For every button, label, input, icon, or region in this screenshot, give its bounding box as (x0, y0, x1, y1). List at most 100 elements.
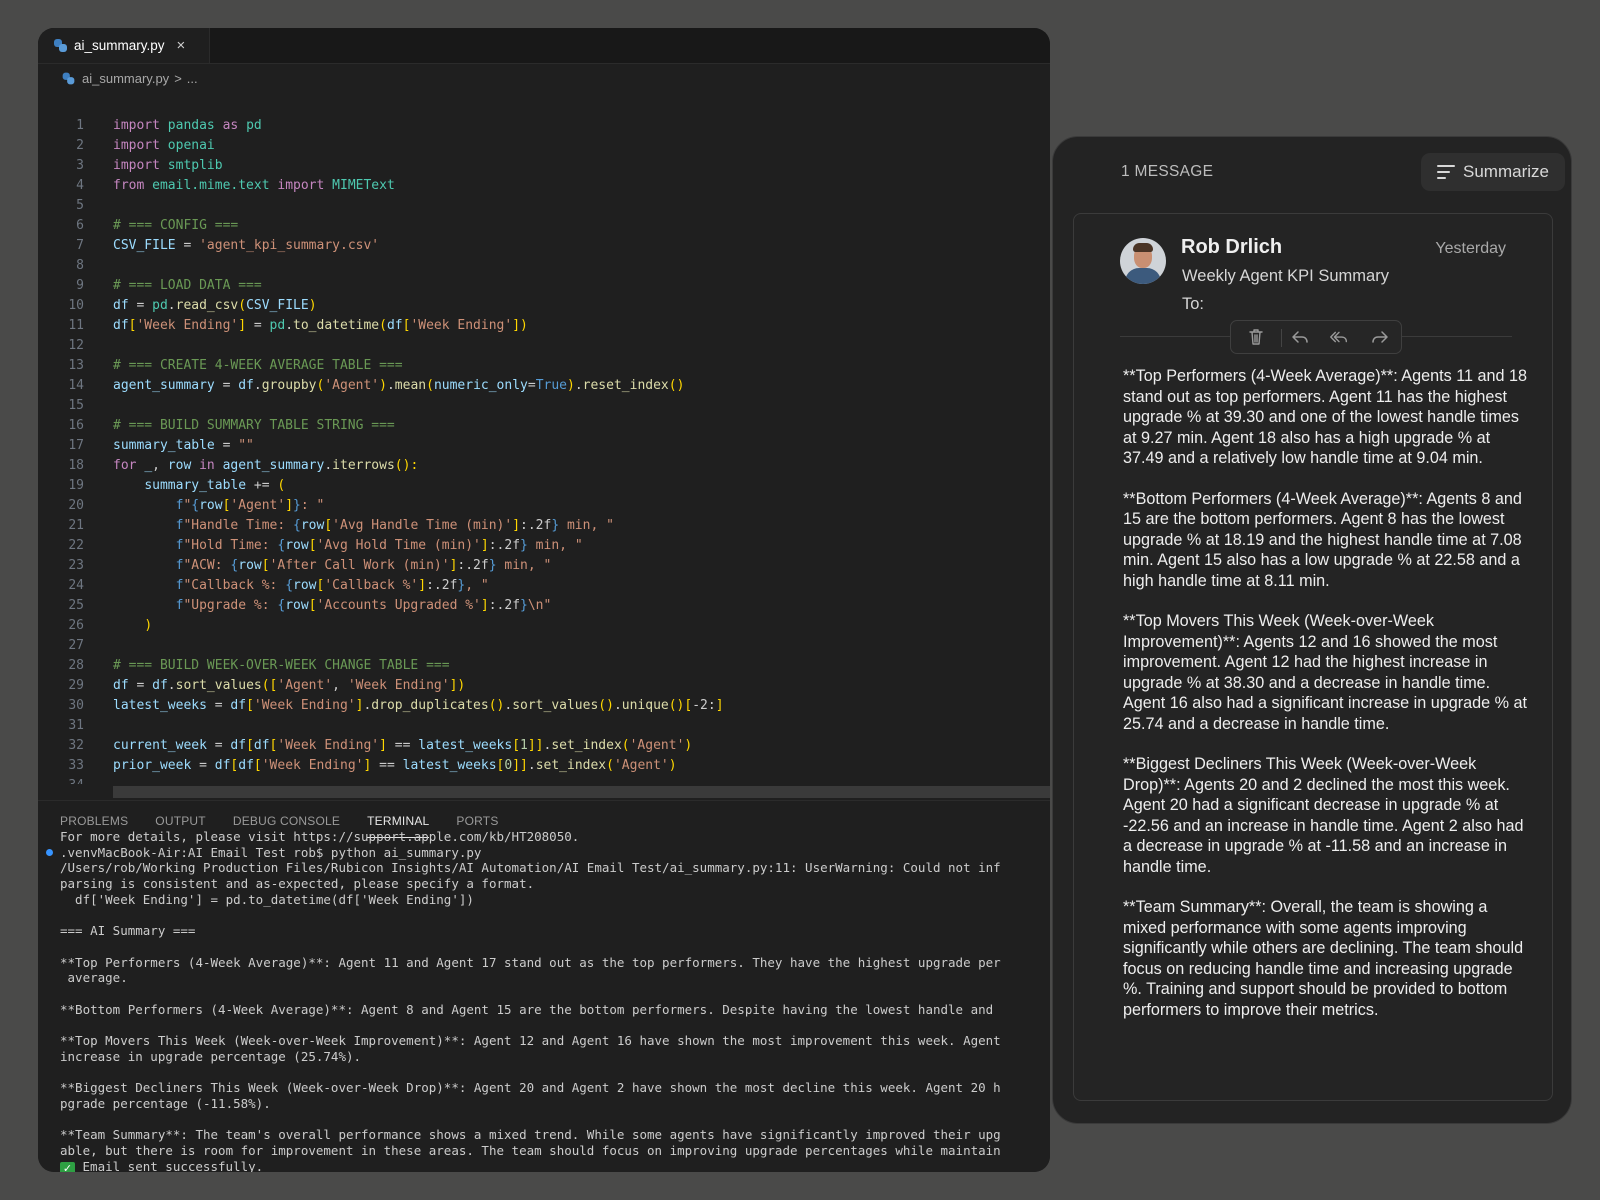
code-line[interactable]: 16 # === BUILD SUMMARY TABLE STRING === (38, 416, 1050, 436)
message-count: 1 MESSAGE (1121, 163, 1214, 180)
terminal-line: **Team Summary**: The team's overall per… (60, 1127, 1001, 1143)
code-line[interactable]: 12 (38, 336, 1050, 356)
code-text: summary_table += ( (144, 478, 286, 493)
breadcrumb-file[interactable]: ai_summary.py (82, 71, 169, 86)
code-line[interactable]: 22 f"Hold Time: {row['Avg Hold Time (min… (38, 536, 1050, 556)
code-line[interactable]: 21 f"Handle Time: {row['Avg Handle Time … (38, 516, 1050, 536)
code-text: latest_weeks = df['Week Ending'].drop_du… (113, 698, 724, 713)
tab-ai-summary-py[interactable]: ai_summary.py × (38, 28, 210, 63)
code-text: summary_table = "" (113, 438, 254, 453)
code-line[interactable]: 8 (38, 256, 1050, 276)
code-line[interactable]: 17 summary_table = "" (38, 436, 1050, 456)
line-number: 27 (68, 638, 84, 653)
reply-icon[interactable] (1289, 327, 1311, 347)
line-number: 25 (68, 598, 84, 613)
code-text: # === BUILD SUMMARY TABLE STRING === (113, 418, 395, 433)
forward-icon[interactable] (1369, 327, 1391, 347)
line-number: 9 (76, 278, 84, 293)
code-line[interactable]: 11 df['Week Ending'] = pd.to_datetime(df[… (38, 316, 1050, 336)
code-line[interactable]: 15 (38, 396, 1050, 416)
message-action-bar (1230, 320, 1402, 354)
summarize-button[interactable]: Summarize (1421, 153, 1565, 191)
line-number: 31 (68, 718, 84, 733)
code-line[interactable]: 32 current_week = df[df['Week Ending'] ==… (38, 736, 1050, 756)
line-number: 6 (76, 218, 84, 233)
code-line[interactable]: 23 f"ACW: {row['After Call Work (min)']:… (38, 556, 1050, 576)
code-line[interactable]: 10 df = pd.read_csv(CSV_FILE) (38, 296, 1050, 316)
breadcrumb[interactable]: ai_summary.py > ... (62, 68, 198, 88)
message-paragraph: **Top Movers This Week (Week-over-Week I… (1123, 612, 1528, 733)
code-text: df = pd.read_csv(CSV_FILE) (113, 298, 317, 313)
code-text: current_week = df[df['Week Ending'] == l… (113, 738, 693, 753)
code-line[interactable]: 26 ) (38, 616, 1050, 636)
code-text: # === BUILD WEEK-OVER-WEEK CHANGE TABLE … (113, 658, 450, 673)
code-line[interactable]: 13 # === CREATE 4-WEEK AVERAGE TABLE === (38, 356, 1050, 376)
code-line[interactable]: 27 (38, 636, 1050, 656)
code-line[interactable]: 19 summary_table += ( (38, 476, 1050, 496)
code-line[interactable]: 30 latest_weeks = df['Week Ending'].drop_… (38, 696, 1050, 716)
line-number: 13 (68, 358, 84, 373)
chevron-right-icon: > (174, 70, 182, 86)
terminal-line: able, but there is room for improvement … (60, 1143, 1001, 1158)
line-number: 20 (68, 498, 84, 513)
reply-all-icon[interactable] (1328, 327, 1350, 347)
code-line[interactable]: 25 f"Upgrade %: {row['Accounts Upgraded … (38, 596, 1050, 616)
terminal-success-line: ✓ Email sent successfully. (60, 1159, 263, 1172)
terminal-line: **Bottom Performers (4-Week Average)**: … (60, 1001, 994, 1017)
terminal-line: **Top Performers (4-Week Average)**: Age… (60, 954, 1001, 970)
code-area[interactable]: 1 import pandas as pd 2 import openai 3 impor… (38, 116, 1050, 784)
code-line[interactable]: 1 import pandas as pd (38, 116, 1050, 136)
code-line[interactable]: 20 f"{row['Agent']}: " (38, 496, 1050, 516)
line-number: 8 (76, 258, 84, 273)
line-number: 2 (76, 138, 84, 153)
message-paragraph: **Team Summary**: Overall, the team is s… (1123, 898, 1524, 1019)
code-line[interactable]: 4 from email.mime.text import MIMEText (38, 176, 1050, 196)
bottom-panel: PROBLEMS OUTPUT DEBUG CONSOLE TERMINAL PORTS… (38, 800, 1050, 1172)
message-paragraph: **Bottom Performers (4-Week Average)**: … (1123, 489, 1522, 590)
line-number: 4 (76, 178, 84, 193)
code-line[interactable]: 9 # === LOAD DATA === (38, 276, 1050, 296)
python-file-icon (54, 39, 67, 52)
code-line[interactable]: 14 agent_summary = df.groupby('Agent').me… (38, 376, 1050, 396)
breadcrumb-symbols[interactable]: ... (187, 71, 198, 86)
mail-reader-pane: 1 MESSAGE Summarize Rob Drlich Yesterday… (1052, 136, 1572, 1124)
terminal-line: **Biggest Decliners This Week (Week-over… (60, 1080, 1001, 1096)
code-line[interactable]: 33 prior_week = df[df['Week Ending'] == l… (38, 756, 1050, 776)
code-line[interactable]: 34 (38, 776, 1050, 784)
line-number: 16 (68, 418, 84, 433)
line-number: 11 (68, 318, 84, 333)
code-line[interactable]: 28 # === BUILD WEEK-OVER-WEEK CHANGE TABL… (38, 656, 1050, 676)
code-line[interactable]: 2 import openai (38, 136, 1050, 156)
code-line[interactable]: 18 for _, row in agent_summary.iterrows()… (38, 456, 1050, 476)
code-line[interactable]: 6 # === CONFIG === (38, 216, 1050, 236)
horizontal-scrollbar[interactable] (113, 786, 1050, 798)
code-line[interactable]: 29 df = df.sort_values(['Agent', 'Week En… (38, 676, 1050, 696)
message-card: Rob Drlich Yesterday Weekly Agent KPI Su… (1073, 213, 1553, 1101)
close-icon[interactable]: × (177, 37, 186, 54)
line-number: 12 (68, 338, 84, 353)
line-number: 33 (68, 758, 84, 773)
code-line[interactable]: 24 f"Callback %: {row['Callback %']:.2f}… (38, 576, 1050, 596)
message-body: **Top Performers (4-Week Average)**: Age… (1123, 366, 1533, 1040)
message-paragraph: **Top Performers (4-Week Average)**: Age… (1123, 367, 1528, 467)
action-separator (1281, 329, 1282, 347)
line-number: 28 (68, 658, 84, 673)
code-text: f"Callback %: {row['Callback %']:.2f}, " (175, 578, 489, 593)
trash-icon[interactable] (1245, 327, 1267, 347)
code-text: # === LOAD DATA === (113, 278, 262, 293)
terminal-line: /Users/rob/Working Production Files/Rubi… (60, 860, 1001, 876)
line-number: 17 (68, 438, 84, 453)
line-number: 24 (68, 578, 84, 593)
line-number: 29 (68, 678, 84, 693)
code-line[interactable]: 5 (38, 196, 1050, 216)
line-number: 18 (68, 458, 84, 473)
code-line[interactable]: 7 CSV_FILE = 'agent_kpi_summary.csv' (38, 236, 1050, 256)
line-number: 32 (68, 738, 84, 753)
terminal-line: pgrade percentage (-11.58%). (60, 1095, 271, 1111)
code-line[interactable]: 3 import smtplib (38, 156, 1050, 176)
sender-name[interactable]: Rob Drlich (1181, 236, 1282, 259)
line-number: 21 (68, 518, 84, 533)
code-text: f"Hold Time: {row['Avg Hold Time (min)']… (175, 538, 583, 553)
message-subject: Weekly Agent KPI Summary (1182, 267, 1389, 285)
code-line[interactable]: 31 (38, 716, 1050, 736)
